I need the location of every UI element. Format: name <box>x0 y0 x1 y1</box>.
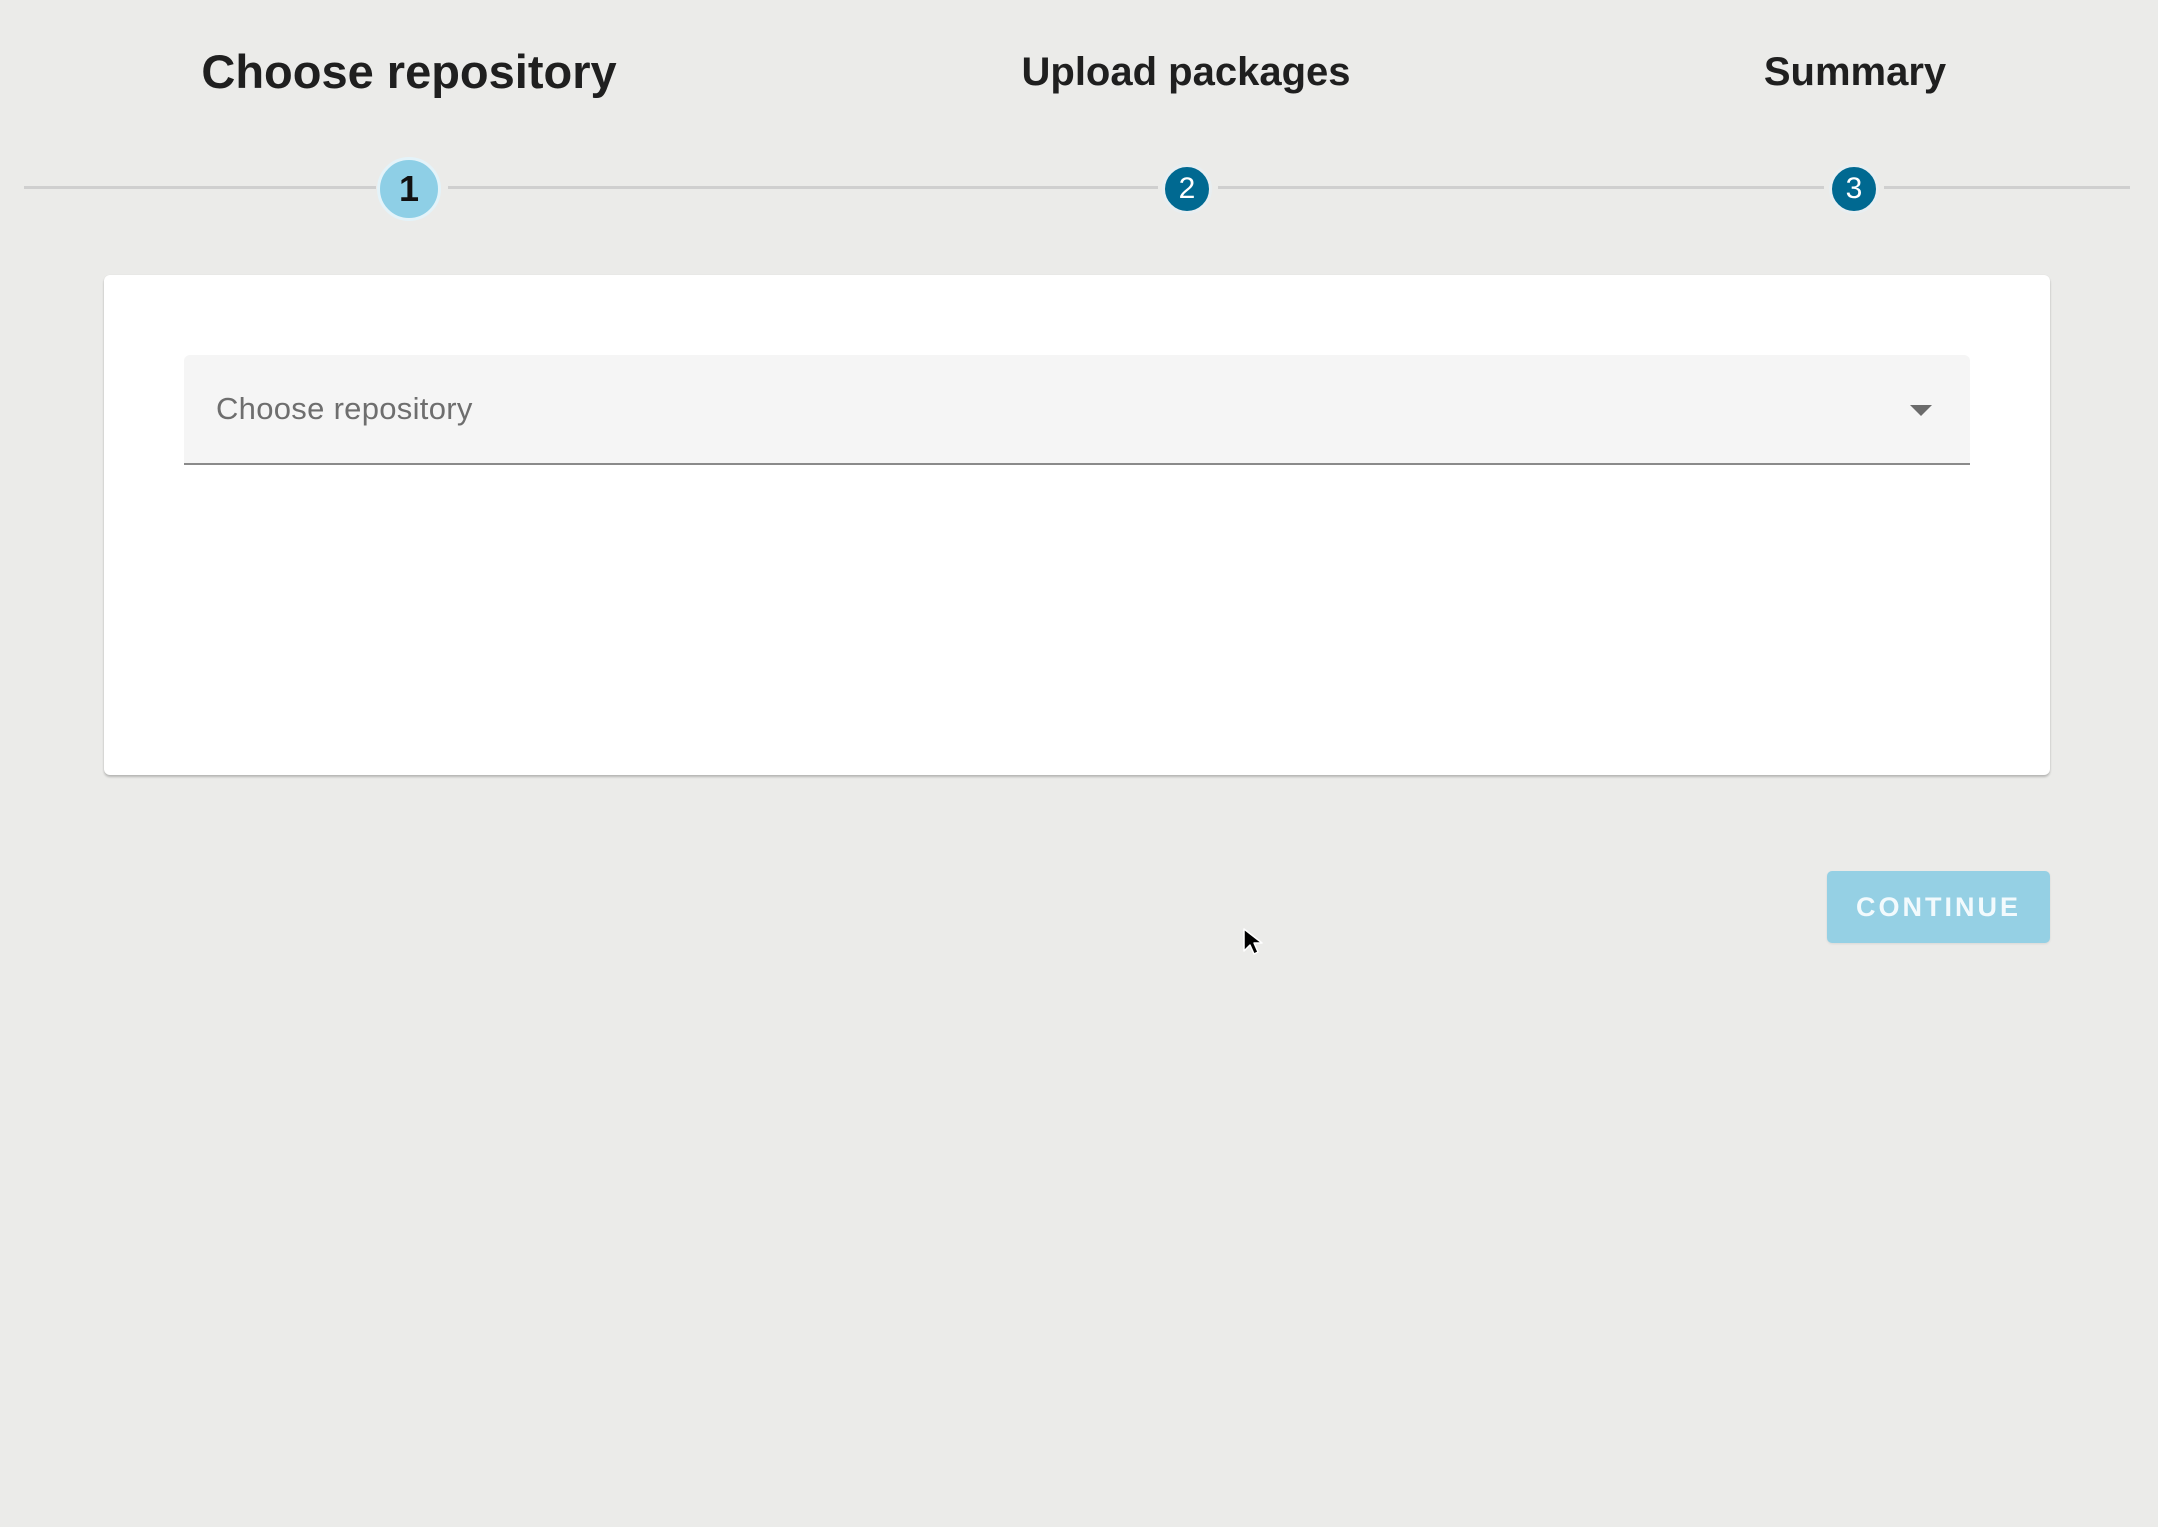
stepper-line <box>24 186 376 189</box>
upload-wizard-page: Choose repository 1 Upload packages 2 Su… <box>0 0 2158 1527</box>
continue-button[interactable]: CONTINUE <box>1827 871 2050 943</box>
step-number: 3 <box>1845 172 1863 205</box>
step-title-summary[interactable]: Summary <box>1764 40 1946 104</box>
step-title-choose-repository[interactable]: Choose repository <box>201 40 616 104</box>
stepper-line <box>1218 186 1824 189</box>
chevron-down-icon[interactable] <box>1910 405 1932 416</box>
step-number: 1 <box>398 168 420 209</box>
stepper-line <box>448 186 1158 189</box>
step-indicator-1[interactable]: 1 <box>377 157 441 221</box>
mouse-pointer-icon <box>1243 928 1263 955</box>
step-indicator-3[interactable]: 3 <box>1829 164 1879 214</box>
repository-select[interactable]: Choose repository <box>184 355 1970 465</box>
step-indicator-2[interactable]: 2 <box>1162 164 1212 214</box>
step-number: 2 <box>1178 172 1196 205</box>
repository-card: Choose repository <box>104 275 2050 775</box>
step-title-upload-packages[interactable]: Upload packages <box>1021 40 1350 104</box>
stepper-line <box>1884 186 2130 189</box>
repository-select-placeholder: Choose repository <box>216 391 473 426</box>
